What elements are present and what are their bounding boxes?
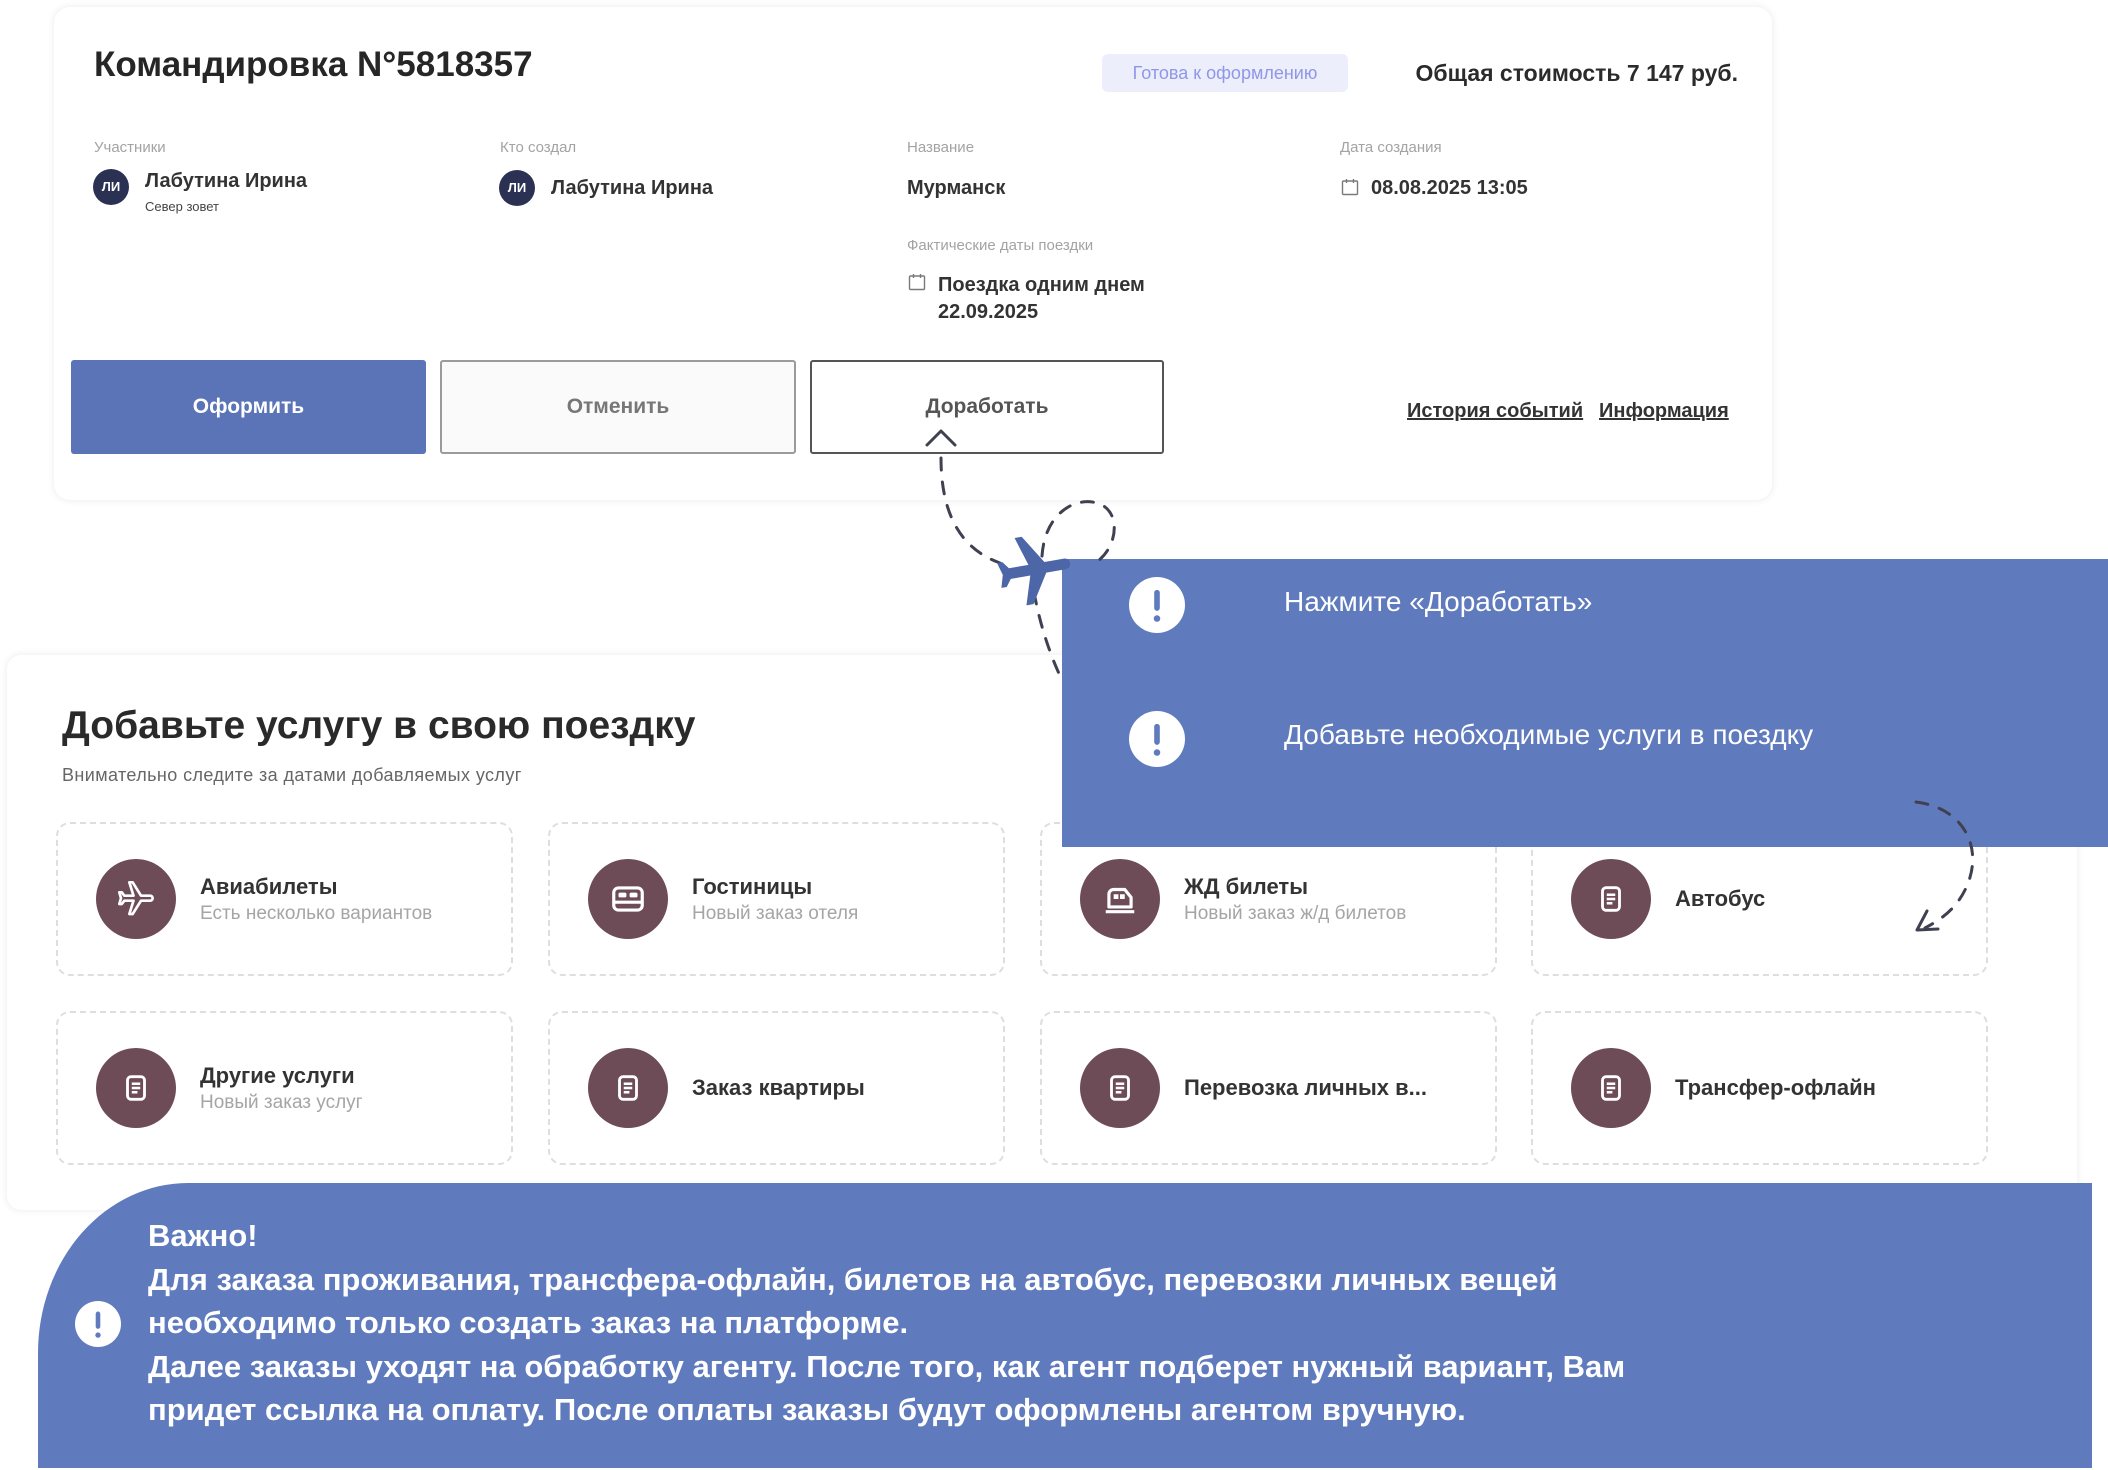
creator-name: Лабутина Ирина xyxy=(551,177,714,199)
service-subtitle: Новый заказ услуг xyxy=(200,1092,363,1113)
information-link[interactable]: Информация xyxy=(1599,399,1729,423)
document-icon xyxy=(96,1048,176,1128)
status-badge: Готова к оформлению xyxy=(1102,54,1348,92)
event-history-link[interactable]: История событий xyxy=(1407,399,1583,423)
total-cost: Общая стоимость 7 147 руб. xyxy=(1415,60,1738,86)
service-tile-belongings[interactable]: Перевозка личных в... xyxy=(1040,1011,1497,1165)
train-icon xyxy=(1080,859,1160,939)
service-tile-hotels[interactable]: Гостиницы Новый заказ отеля xyxy=(548,822,1005,976)
actual-dates-line1: Поездка одним днем xyxy=(938,274,1145,296)
service-title: Заказ квартиры xyxy=(692,1075,865,1100)
document-icon xyxy=(1571,859,1651,939)
revise-button[interactable]: Доработать xyxy=(810,360,1164,454)
participant-subtitle: Север зовет xyxy=(145,199,220,214)
actual-dates-line2: 22.09.2025 xyxy=(938,301,1039,323)
participant-name: Лабутина Ирина xyxy=(145,170,308,192)
created-date-label: Дата создания xyxy=(1340,139,1442,156)
participant-avatar: ЛИ xyxy=(93,169,129,205)
trip-card: Командировка N°5818357 Готова к оформлен… xyxy=(54,7,1772,500)
service-title: Автобус xyxy=(1675,886,1766,911)
note-line: необходимо только создать заказ на платф… xyxy=(148,1305,909,1341)
created-date-value: 08.08.2025 13:05 xyxy=(1371,177,1528,199)
service-title: Гостиницы xyxy=(692,874,813,899)
service-subtitle: Новый заказ отеля xyxy=(692,903,859,924)
callout-step-1: Нажмите «Доработать» xyxy=(1284,586,1593,617)
dashed-loop xyxy=(1040,500,1116,565)
actual-dates-label: Фактические даты поездки xyxy=(907,237,1094,254)
trip-name-value: Мурманск xyxy=(907,177,1006,199)
service-title: Другие услуги xyxy=(200,1063,355,1088)
service-tile-avia[interactable]: Авиабилеты Есть несколько вариантов xyxy=(56,822,513,976)
exclamation-icon xyxy=(1129,711,1185,767)
service-title: ЖД билеты xyxy=(1184,874,1308,899)
submit-button[interactable]: Оформить xyxy=(71,360,426,454)
service-tile-transfer[interactable]: Трансфер-офлайн xyxy=(1531,1011,1988,1165)
service-subtitle: Новый заказ ж/д билетов xyxy=(1184,903,1407,924)
service-title: Трансфер-офлайн xyxy=(1675,1075,1876,1100)
calendar-icon xyxy=(1341,179,1359,196)
creator-avatar: ЛИ xyxy=(499,170,535,206)
service-tile-apartment[interactable]: Заказ квартиры xyxy=(548,1011,1005,1165)
document-icon xyxy=(1080,1048,1160,1128)
participants-label: Участники xyxy=(94,139,166,156)
document-icon xyxy=(588,1048,668,1128)
trip-name-label: Название xyxy=(907,139,975,156)
calendar-icon xyxy=(908,274,926,291)
callout-step-2: Добавьте необходимые услуги в поездку xyxy=(1284,719,1814,750)
note-line: Для заказа проживания, трансфера-офлайн,… xyxy=(148,1261,1558,1297)
service-title: Авиабилеты xyxy=(200,874,338,899)
exclamation-icon xyxy=(75,1301,121,1347)
note-text: Важно! Для заказа проживания, трансфера-… xyxy=(148,1214,1625,1432)
note-line: Далее заказы уходят на обработку агенту.… xyxy=(148,1348,1626,1384)
note-title: Важно! xyxy=(148,1218,258,1253)
services-title: Добавьте услугу в свою поездку xyxy=(62,704,696,747)
services-subtitle: Внимательно следите за датами добавляемы… xyxy=(62,765,522,785)
note-line: придет ссылка на оплату. После оплаты за… xyxy=(148,1392,1466,1428)
document-icon xyxy=(1571,1048,1651,1128)
instruction-callout: Нажмите «Доработать» Добавьте необходимы… xyxy=(1062,559,2108,847)
trip-title: Командировка N°5818357 xyxy=(94,45,533,84)
bed-icon xyxy=(588,859,668,939)
service-tile-other[interactable]: Другие услуги Новый заказ услуг xyxy=(56,1011,513,1165)
important-note: Важно! Для заказа проживания, трансфера-… xyxy=(38,1183,2092,1468)
exclamation-icon xyxy=(1129,577,1185,633)
creator-label: Кто создал xyxy=(500,139,577,156)
cancel-button[interactable]: Отменить xyxy=(440,360,796,454)
service-title: Перевозка личных в... xyxy=(1184,1075,1427,1100)
plane-icon xyxy=(96,859,176,939)
page: Командировка N°5818357 Готова к оформлен… xyxy=(0,0,2108,1470)
service-subtitle: Есть несколько вариантов xyxy=(200,903,433,924)
